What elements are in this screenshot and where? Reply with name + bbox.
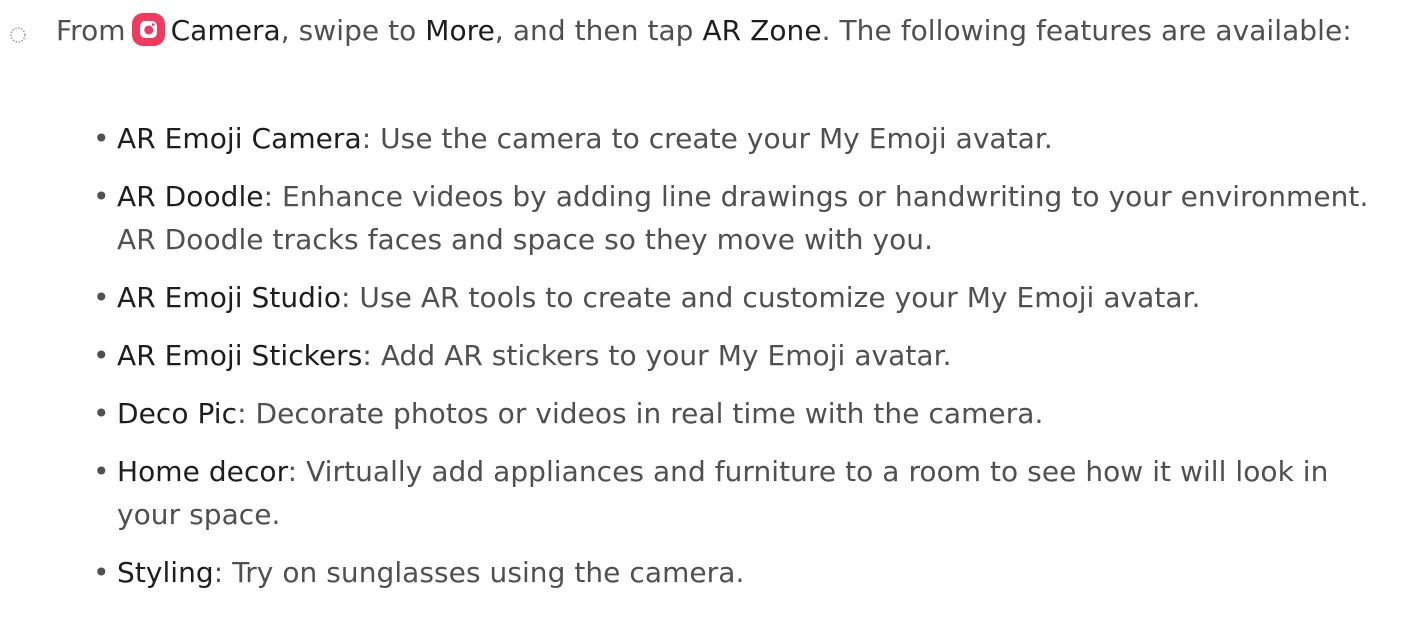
feature-name: AR Emoji Studio [117, 281, 341, 314]
feature-name: Deco Pic [117, 397, 238, 430]
bullet-dot: • [93, 122, 110, 155]
feature-item-ar-emoji-studio: • AR Emoji Studio: Use AR tools to create… [93, 276, 1393, 319]
bullet-dot: • [93, 455, 110, 488]
feature-name: AR Doodle [117, 180, 264, 213]
feature-list: • AR Emoji Camera: Use the camera to crea… [93, 117, 1393, 609]
camera-label: Camera [170, 14, 281, 47]
feature-description: : Virtually add appliances and furniture… [117, 455, 1329, 531]
camera-app-icon [131, 13, 165, 46]
feature-description: : Use AR tools to create and customize y… [341, 281, 1201, 314]
ar-zone-label: AR Zone [702, 14, 822, 47]
and-then-tap-text: , and then tap [494, 14, 694, 47]
more-label: More [425, 14, 495, 47]
from-text: From [56, 14, 126, 47]
feature-name: Styling [117, 556, 214, 589]
following-text: . The following features are available: [821, 14, 1352, 47]
feature-description: : Decorate photos or videos in real time… [237, 397, 1044, 430]
feature-description: : Try on sunglasses using the camera. [213, 556, 745, 589]
step-instruction-text: From Camera, swipe to More, and then tap… [56, 9, 1386, 52]
swipe-to-text: , swipe to [280, 14, 417, 47]
bullet-dot: • [93, 556, 110, 589]
feature-description: : Use the camera to create your My Emoji… [361, 122, 1053, 155]
instruction-step: From Camera, swipe to More, and then tap… [0, 0, 1403, 636]
bullet-dot: • [93, 281, 110, 314]
feature-description: : Add AR stickers to your My Emoji avata… [362, 339, 952, 372]
feature-item-ar-emoji-camera: • AR Emoji Camera: Use the camera to crea… [93, 117, 1393, 160]
step-circle-icon [10, 27, 26, 43]
feature-item-styling: • Styling: Try on sunglasses using the ca… [93, 551, 1393, 594]
bullet-dot: • [93, 339, 110, 372]
bullet-dot: • [93, 397, 110, 430]
bullet-dot: • [93, 180, 110, 213]
feature-name: Home decor [117, 455, 288, 488]
feature-name: AR Emoji Camera [117, 122, 362, 155]
feature-item-deco-pic: • Deco Pic: Decorate photos or videos in … [93, 392, 1393, 435]
feature-item-ar-doodle: • AR Doodle: Enhance videos by adding lin… [93, 175, 1393, 261]
feature-item-home-decor: • Home decor: Virtually add appliances an… [93, 450, 1393, 536]
feature-item-ar-emoji-stickers: • AR Emoji Stickers: Add AR stickers to y… [93, 334, 1393, 377]
feature-description: : Enhance videos by adding line drawings… [117, 180, 1369, 256]
feature-name: AR Emoji Stickers [117, 339, 363, 372]
